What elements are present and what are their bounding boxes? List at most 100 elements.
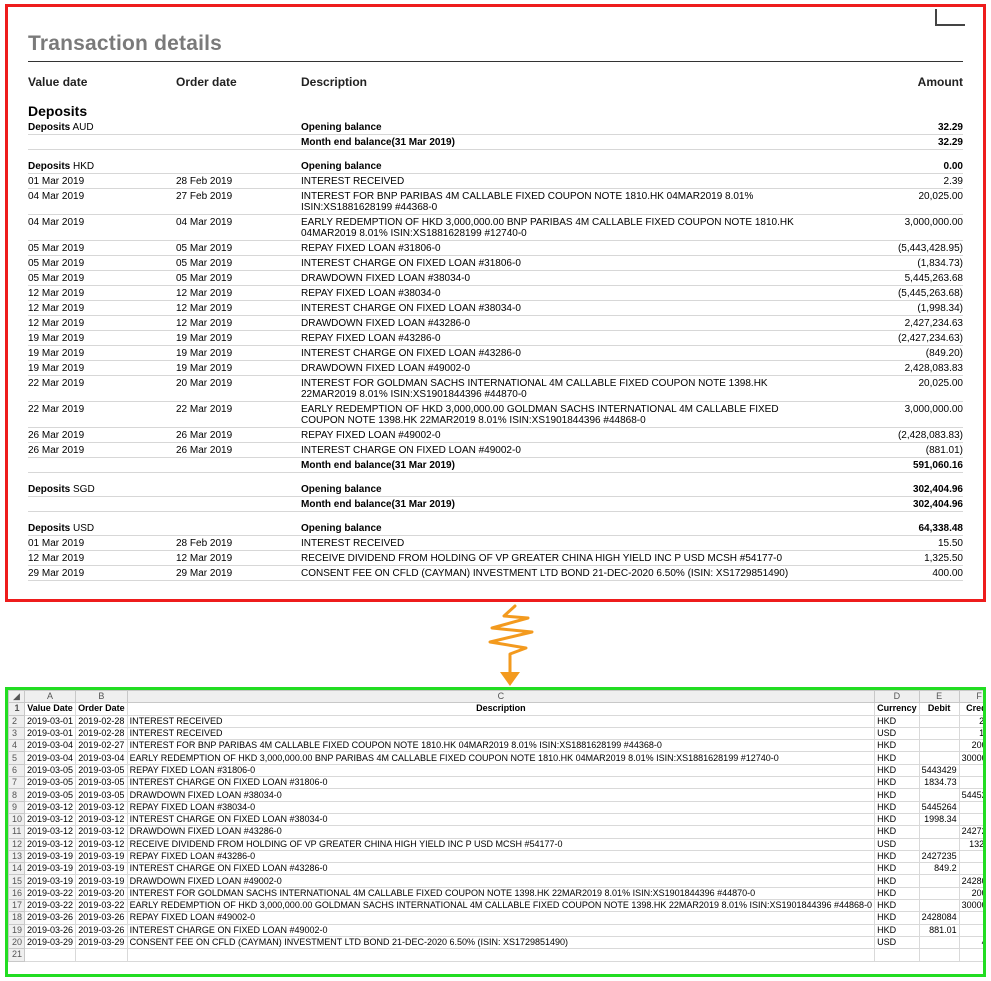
row-number[interactable]: 6 (8, 763, 26, 778)
cell-value-date[interactable]: 2019-03-26 (24, 911, 77, 925)
cell-currency[interactable]: USD (874, 935, 920, 950)
column-header-e[interactable]: E (918, 690, 960, 704)
cell-description[interactable]: REPAY FIXED LOAN #31806-0 (126, 763, 876, 778)
cell-debit[interactable] (918, 899, 960, 913)
row-number[interactable]: 1 (8, 702, 26, 716)
cell-order-date[interactable]: 2019-03-12 (75, 825, 128, 839)
cell-value-date[interactable]: 2019-03-05 (24, 788, 77, 802)
cell-currency[interactable]: USD (874, 837, 920, 851)
cell-value-date[interactable]: 2019-03-12 (24, 837, 77, 851)
cell-debit[interactable]: 5443429 (918, 763, 960, 778)
column-header-a[interactable]: A (24, 690, 77, 704)
cell-currency[interactable]: HKD (874, 849, 920, 864)
row-number[interactable]: 18 (8, 911, 26, 925)
cell-debit[interactable] (918, 886, 960, 901)
cell-value-date[interactable]: 2019-03-19 (24, 874, 77, 888)
cell-order-date[interactable]: 2019-03-19 (75, 874, 128, 888)
empty-cell[interactable] (918, 948, 960, 962)
row-number[interactable]: 7 (8, 776, 26, 790)
cell-currency[interactable]: HKD (874, 862, 920, 876)
cell-credit[interactable]: 2427235 (958, 825, 983, 839)
cell-header-debit[interactable]: Debit (918, 702, 960, 716)
row-number[interactable]: 8 (8, 788, 26, 802)
cell-value-date[interactable]: 2019-03-04 (24, 739, 77, 753)
cell-debit[interactable]: 849.2 (918, 862, 960, 876)
cell-description[interactable]: INTEREST FOR GOLDMAN SACHS INTERNATIONAL… (126, 886, 876, 901)
cell-debit[interactable]: 1998.34 (918, 812, 960, 827)
cell-description[interactable]: INTEREST RECEIVED (126, 714, 876, 728)
cell-value-date[interactable]: 2019-03-12 (24, 800, 77, 814)
cell-value-date[interactable]: 2019-03-12 (24, 812, 77, 827)
cell-value-date[interactable]: 2019-03-22 (24, 899, 77, 913)
cell-value-date[interactable]: 2019-03-29 (24, 935, 77, 950)
cell-description[interactable]: DRAWDOWN FIXED LOAN #43286-0 (126, 825, 876, 839)
cell-currency[interactable]: HKD (874, 825, 920, 839)
row-number[interactable]: 13 (8, 849, 26, 864)
cell-description[interactable]: RECEIVE DIVIDEND FROM HOLDING OF VP GREA… (126, 837, 876, 851)
cell-debit[interactable]: 1834.73 (918, 776, 960, 790)
row-number[interactable]: 17 (8, 899, 26, 913)
cell-value-date[interactable]: 2019-03-22 (24, 886, 77, 901)
cell-order-date[interactable]: 2019-03-12 (75, 800, 128, 814)
row-number[interactable]: 21 (8, 948, 26, 962)
cell-order-date[interactable]: 2019-03-05 (75, 763, 128, 778)
cell-header-description[interactable]: Description (126, 702, 876, 716)
cell-value-date[interactable]: 2019-03-12 (24, 825, 77, 839)
cell-credit[interactable]: 3000000 (958, 899, 983, 913)
cell-order-date[interactable]: 2019-03-29 (75, 935, 128, 950)
cell-description[interactable]: INTEREST CHARGE ON FIXED LOAN #31806-0 (126, 776, 876, 790)
cell-order-date[interactable]: 2019-02-27 (75, 739, 128, 753)
cell-order-date[interactable]: 2019-03-05 (75, 788, 128, 802)
cell-credit[interactable] (958, 776, 983, 790)
cell-credit[interactable] (958, 763, 983, 778)
empty-cell[interactable] (126, 948, 876, 962)
cell-currency[interactable]: HKD (874, 812, 920, 827)
cell-credit[interactable]: 5445264 (958, 788, 983, 802)
cell-currency[interactable]: HKD (874, 800, 920, 814)
cell-description[interactable]: INTEREST CHARGE ON FIXED LOAN #38034-0 (126, 812, 876, 827)
row-number[interactable]: 11 (8, 825, 26, 839)
cell-currency[interactable]: HKD (874, 911, 920, 925)
cell-description[interactable]: REPAY FIXED LOAN #38034-0 (126, 800, 876, 814)
cell-description[interactable]: INTEREST RECEIVED (126, 726, 876, 741)
cell-description[interactable]: DRAWDOWN FIXED LOAN #49002-0 (126, 874, 876, 888)
cell-description[interactable]: DRAWDOWN FIXED LOAN #38034-0 (126, 788, 876, 802)
cell-currency[interactable]: HKD (874, 874, 920, 888)
cell-currency[interactable]: HKD (874, 714, 920, 728)
cell-currency[interactable]: HKD (874, 886, 920, 901)
cell-order-date[interactable]: 2019-03-19 (75, 862, 128, 876)
cell-currency[interactable]: HKD (874, 739, 920, 753)
cell-header-value-date[interactable]: Value Date (24, 702, 77, 716)
cell-description[interactable]: INTEREST CHARGE ON FIXED LOAN #43286-0 (126, 862, 876, 876)
cell-currency[interactable]: USD (874, 726, 920, 741)
row-number[interactable]: 10 (8, 812, 26, 827)
cell-value-date[interactable]: 2019-03-04 (24, 751, 77, 765)
row-number[interactable]: 19 (8, 923, 26, 937)
cell-order-date[interactable]: 2019-03-19 (75, 849, 128, 864)
cell-value-date[interactable]: 2019-03-19 (24, 862, 77, 876)
row-number[interactable]: 9 (8, 800, 26, 814)
cell-currency[interactable]: HKD (874, 763, 920, 778)
cell-order-date[interactable]: 2019-03-04 (75, 751, 128, 765)
cell-description[interactable]: EARLY REDEMPTION OF HKD 3,000,000.00 GOL… (126, 899, 876, 913)
empty-cell[interactable] (24, 948, 77, 962)
cell-header-currency[interactable]: Currency (874, 702, 920, 716)
cell-credit[interactable]: 2428084 (958, 874, 983, 888)
cell-order-date[interactable]: 2019-02-28 (75, 714, 128, 728)
cell-credit[interactable]: 3000000 (958, 751, 983, 765)
cell-order-date[interactable]: 2019-03-22 (75, 899, 128, 913)
cell-description[interactable]: REPAY FIXED LOAN #43286-0 (126, 849, 876, 864)
cell-debit[interactable]: 2427235 (918, 849, 960, 864)
cell-value-date[interactable]: 2019-03-05 (24, 763, 77, 778)
cell-credit[interactable] (958, 812, 983, 827)
cell-value-date[interactable]: 2019-03-01 (24, 726, 77, 741)
cell-credit[interactable] (958, 800, 983, 814)
row-number[interactable]: 5 (8, 751, 26, 765)
column-header-c[interactable]: C (126, 690, 876, 704)
empty-cell[interactable] (75, 948, 128, 962)
row-number[interactable]: 3 (8, 726, 26, 741)
cell-credit[interactable] (958, 862, 983, 876)
cell-debit[interactable]: 5445264 (918, 800, 960, 814)
cell-order-date[interactable]: 2019-03-05 (75, 776, 128, 790)
cell-credit[interactable]: 2.39 (958, 714, 983, 728)
